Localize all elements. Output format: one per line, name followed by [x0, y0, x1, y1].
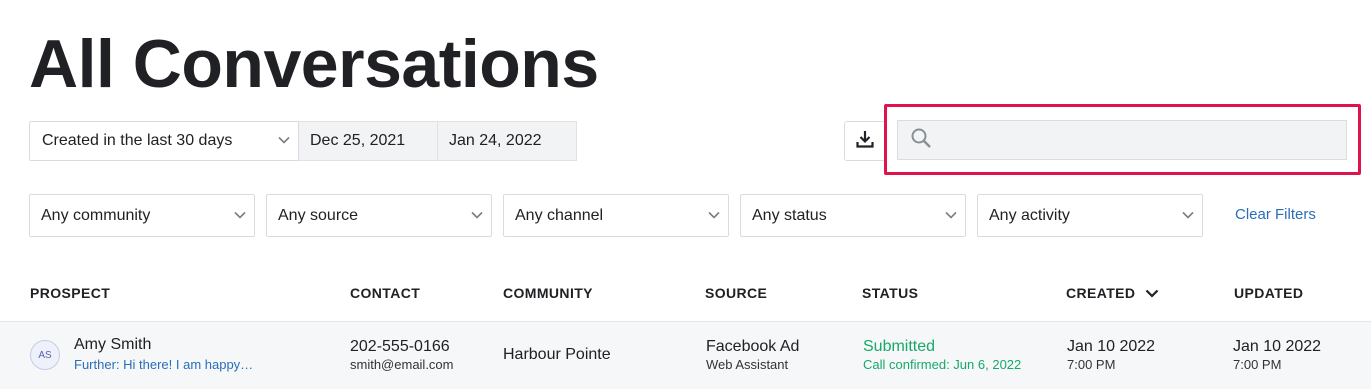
community-filter-select[interactable]: Any community [29, 194, 255, 237]
prospect-name[interactable]: Amy Smith [74, 336, 151, 354]
contact-email: smith@email.com [350, 357, 454, 372]
chevron-down-icon [234, 211, 246, 221]
end-date-value: Jan 24, 2022 [449, 132, 542, 149]
community-filter-label: Any community [41, 206, 151, 224]
status-detail: Call confirmed: Jun 6, 2022 [863, 357, 1022, 372]
table-row[interactable]: AS Amy Smith Further: Hi there! I am hap… [0, 322, 1371, 389]
created-date: Jan 10 2022 [1067, 338, 1156, 355]
date-range-preset-label: Created in the last 30 days [42, 132, 233, 149]
activity-filter-select[interactable]: Any activity [977, 194, 1203, 237]
download-button[interactable] [844, 121, 886, 161]
updated-time: 7:00 PM [1233, 357, 1282, 372]
date-range-picker: Created in the last 30 days Dec 25, 2021… [29, 121, 577, 161]
source-filter-select[interactable]: Any source [266, 194, 492, 237]
sort-desc-icon [1145, 289, 1159, 298]
column-header-community[interactable]: COMMUNITY [503, 285, 593, 301]
end-date-field[interactable]: Jan 24, 2022 [438, 121, 577, 161]
column-header-contact[interactable]: CONTACT [350, 285, 420, 301]
column-header-created[interactable]: CREATED [1066, 285, 1159, 301]
updated-date: Jan 10 2022 [1233, 338, 1322, 355]
status-badge: Submitted [863, 338, 936, 355]
source-detail: Web Assistant [706, 357, 789, 372]
status-filter-select[interactable]: Any status [740, 194, 966, 237]
chevron-down-icon [945, 211, 957, 221]
source-filter-label: Any source [278, 206, 359, 224]
start-date-field[interactable]: Dec 25, 2021 [299, 121, 438, 161]
status-filter-label: Any status [752, 206, 827, 224]
chevron-down-icon [278, 136, 290, 146]
filter-bar: Any community Any source Any channel Any… [29, 194, 1214, 237]
source-name: Facebook Ad [706, 338, 800, 355]
activity-filter-label: Any activity [989, 206, 1070, 224]
contact-phone: 202-555-0166 [350, 338, 450, 355]
clear-filters-link[interactable]: Clear Filters [1235, 206, 1316, 223]
chevron-down-icon [471, 211, 483, 221]
channel-filter-label: Any channel [515, 206, 604, 224]
column-header-source[interactable]: SOURCE [705, 285, 767, 301]
chevron-down-icon [1182, 211, 1194, 221]
search-icon [910, 127, 932, 154]
column-header-status[interactable]: STATUS [862, 285, 918, 301]
avatar: AS [30, 340, 60, 370]
date-range-preset-select[interactable]: Created in the last 30 days [29, 121, 299, 161]
table-header: PROSPECT CONTACT COMMUNITY SOURCE STATUS… [0, 284, 1371, 322]
message-preview-link[interactable]: Further: Hi there! I am happy… [74, 357, 253, 372]
column-header-updated[interactable]: UPDATED [1234, 285, 1303, 301]
search-input[interactable] [940, 121, 1346, 159]
community-name: Harbour Pointe [503, 346, 611, 363]
column-header-created-label: CREATED [1066, 285, 1136, 301]
column-header-prospect[interactable]: PROSPECT [30, 285, 110, 301]
chevron-down-icon [708, 211, 720, 221]
created-time: 7:00 PM [1067, 357, 1116, 372]
search-field[interactable] [897, 120, 1347, 160]
start-date-value: Dec 25, 2021 [310, 132, 406, 149]
page-title: All Conversations [29, 26, 599, 102]
download-icon [855, 129, 875, 154]
channel-filter-select[interactable]: Any channel [503, 194, 729, 237]
